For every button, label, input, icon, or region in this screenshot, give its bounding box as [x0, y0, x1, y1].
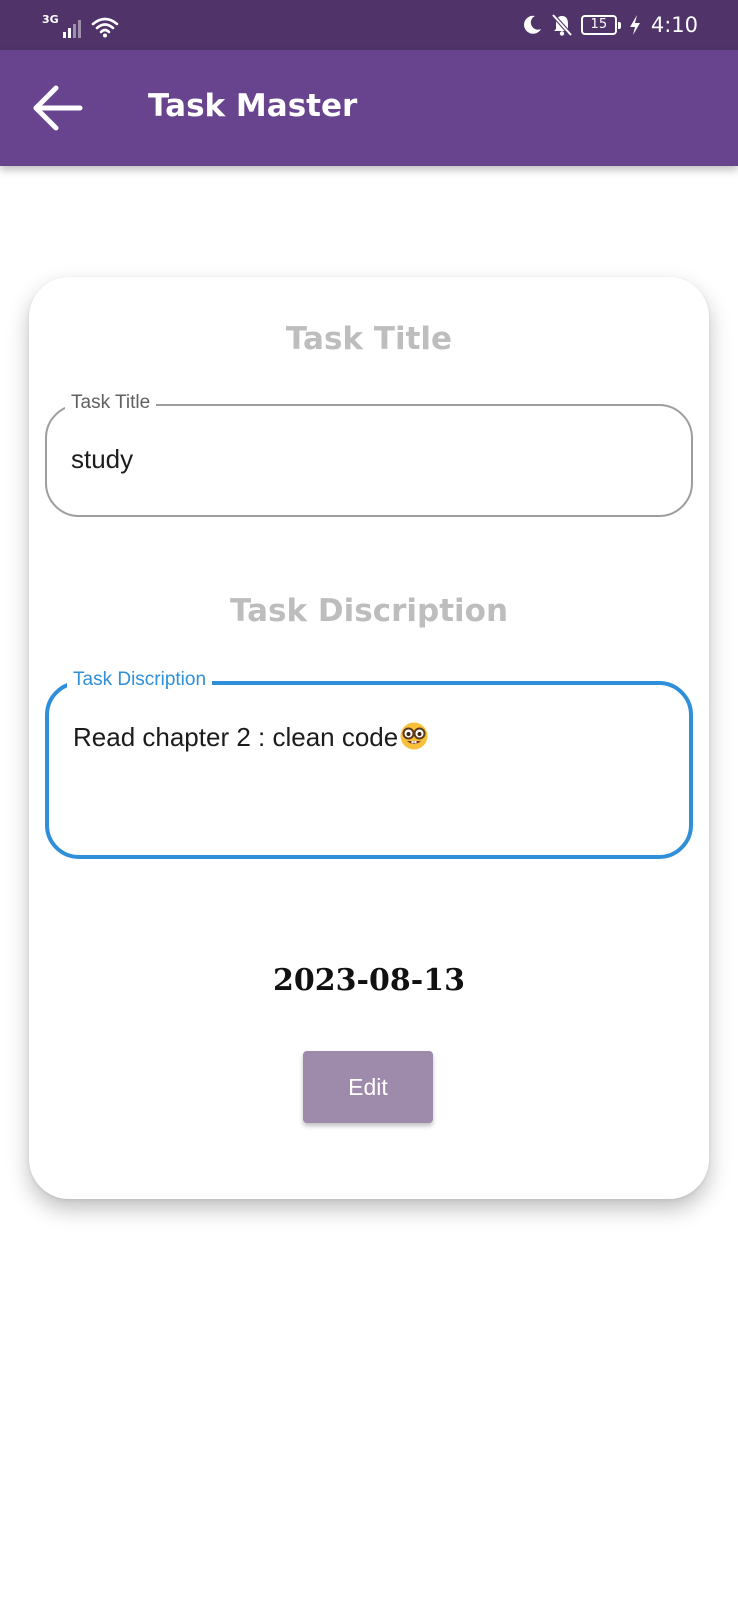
status-bar: 3G 15 4:10 [0, 0, 738, 50]
bell-off-icon [551, 13, 573, 37]
task-description-text: Read chapter 2 : clean code [73, 722, 399, 752]
task-card: Task Title Task Title study Task Discrip… [29, 277, 709, 1199]
wifi-icon [91, 17, 118, 38]
status-right: 15 4:10 [521, 10, 698, 40]
edit-button[interactable]: Edit [303, 1051, 433, 1123]
app-bar: Task Master [0, 50, 738, 166]
task-description-field[interactable]: Task Discription Read chapter 2 : clean … [45, 669, 693, 859]
nerd-face-emoji-icon [400, 722, 428, 750]
task-description-heading: Task Discription [229, 593, 509, 629]
status-left: 3G [42, 12, 119, 38]
arrow-left-icon [33, 85, 83, 131]
clock: 4:10 [650, 13, 698, 37]
app-title: Task Master [148, 88, 358, 124]
task-date: 2023-08-13 [273, 963, 465, 998]
task-title-value: study [71, 444, 134, 474]
task-title-label: Task Title [65, 392, 157, 414]
task-title-field[interactable]: Task Title study [45, 392, 693, 517]
charging-icon [629, 15, 640, 35]
task-title-heading: Task Title [285, 321, 453, 357]
task-description-value: Read chapter 2 : clean code [73, 721, 429, 753]
task-description-label: Task Discription [67, 669, 213, 691]
battery-icon: 15 [580, 15, 621, 35]
signal-icon [62, 16, 81, 38]
back-button[interactable] [28, 78, 88, 138]
network-type: 3G [42, 13, 59, 26]
moon-icon [523, 15, 541, 34]
